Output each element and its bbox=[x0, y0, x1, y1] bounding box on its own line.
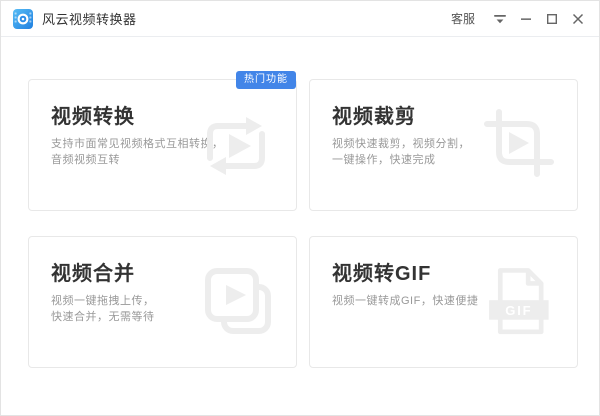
card-video-merge[interactable]: 视频合并 视频一键拖拽上传， 快速合并，无需等待 bbox=[28, 236, 297, 368]
maximize-icon[interactable] bbox=[541, 8, 563, 30]
titlebar: 风云视频转换器 客服 bbox=[1, 1, 599, 37]
stacked-videos-icon bbox=[196, 263, 276, 343]
app-window: 风云视频转换器 客服 bbox=[0, 0, 600, 416]
crop-play-icon bbox=[477, 106, 557, 186]
support-link[interactable]: 客服 bbox=[451, 10, 475, 27]
titlebar-controls: 客服 bbox=[451, 8, 589, 30]
menu-icon[interactable] bbox=[489, 8, 511, 30]
convert-loop-play-icon bbox=[196, 106, 276, 186]
app-logo-icon bbox=[13, 9, 33, 29]
card-video-to-gif[interactable]: 视频转GIF 视频一键转成GIF，快速便捷 GIF bbox=[309, 236, 578, 368]
close-icon[interactable] bbox=[567, 8, 589, 30]
gif-label: GIF bbox=[505, 303, 532, 318]
hot-feature-badge: 热门功能 bbox=[236, 71, 296, 89]
card-video-crop[interactable]: 视频裁剪 视频快速裁剪，视频分割， 一键操作，快速完成 bbox=[309, 79, 578, 211]
app-title: 风云视频转换器 bbox=[42, 9, 137, 28]
gif-file-icon: GIF bbox=[477, 263, 557, 343]
feature-grid: 热门功能 视频转换 支持市面常见视频格式互相转换， 音频视频互转 视频裁剪 视频… bbox=[28, 79, 574, 368]
minimize-icon[interactable] bbox=[515, 8, 537, 30]
card-video-convert[interactable]: 热门功能 视频转换 支持市面常见视频格式互相转换， 音频视频互转 bbox=[28, 79, 297, 211]
